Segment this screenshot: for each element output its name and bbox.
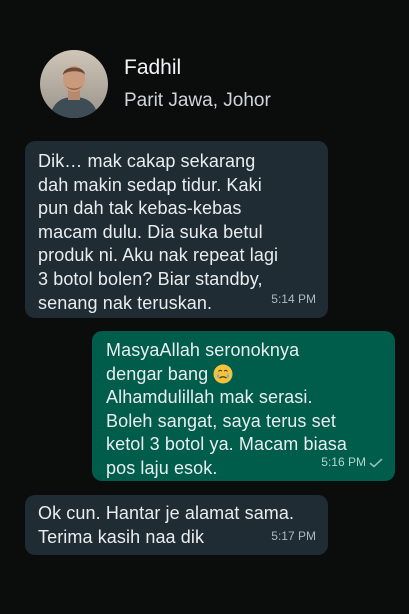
contact-info[interactable]: Fadhil Parit Jawa, Johor xyxy=(124,55,271,113)
message-meta: 5:14 PM xyxy=(271,288,316,312)
message-bubble-incoming[interactable]: Ok cun. Hantar je alamat sama. Terima ka… xyxy=(25,495,328,555)
contact-avatar[interactable] xyxy=(40,50,108,118)
message-text-part: Alhamdulillah mak serasi. Boleh sangat, … xyxy=(106,387,348,478)
chat-header: Fadhil Parit Jawa, Johor xyxy=(40,49,271,119)
message-time: 5:17 PM xyxy=(271,529,316,544)
message-meta: 5:16 PM xyxy=(321,451,383,475)
check-icon xyxy=(369,458,383,468)
message-bubble-outgoing[interactable]: MasyaAllah seronoknya dengar bang Alhamd… xyxy=(92,331,395,481)
message-text-part: MasyaAllah seronoknya dengar bang xyxy=(106,340,300,384)
crying-face-icon xyxy=(213,364,233,384)
contact-name: Fadhil xyxy=(124,56,182,79)
message-time: 5:14 PM xyxy=(271,292,316,307)
avatar-photo-icon xyxy=(40,50,108,118)
message-bubble-incoming[interactable]: Dik… mak cakap sekarang dah makin sedap … xyxy=(25,141,328,318)
contact-location: Parit Jawa, Johor xyxy=(124,90,271,111)
message-meta: 5:17 PM xyxy=(271,525,316,549)
message-time: 5:16 PM xyxy=(321,455,366,470)
